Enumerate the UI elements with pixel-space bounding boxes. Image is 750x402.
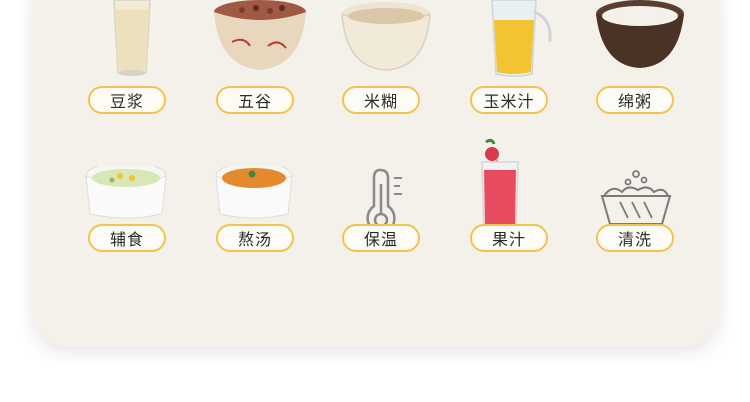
function-panel: 豆浆 五谷 米糊 玉米汁 绵粥 辅食 熬汤 保温 果汁 清洗 — [32, 0, 720, 346]
rice-paste-label: 米糊 — [363, 92, 398, 111]
corn-juice-label: 玉米汁 — [483, 92, 535, 111]
grains-label: 五谷 — [237, 92, 272, 111]
corn-juice-pitcher-icon — [466, 0, 562, 82]
keep-warm-label: 保温 — [363, 230, 398, 249]
soup-label: 熬汤 — [237, 230, 272, 249]
keep-warm-button[interactable]: 保温 — [342, 224, 420, 252]
wash-button[interactable]: 清洗 — [596, 224, 674, 252]
wash-label: 清洗 — [617, 230, 652, 249]
grain-porridge-bowl-icon — [212, 0, 308, 82]
congee-bowl-icon — [592, 0, 688, 82]
baby-food-button[interactable]: 辅食 — [88, 224, 166, 252]
rice-paste-bowl-icon — [338, 0, 434, 82]
rice-paste-button[interactable]: 米糊 — [342, 86, 420, 114]
soy-milk-button[interactable]: 豆浆 — [88, 86, 166, 114]
soy-milk-label: 豆浆 — [109, 92, 144, 111]
corn-juice-button[interactable]: 玉米汁 — [470, 86, 548, 114]
baby-food-label: 辅食 — [109, 230, 144, 249]
congee-button[interactable]: 绵粥 — [596, 86, 674, 114]
soy-milk-glass-icon — [84, 0, 180, 82]
congee-label: 绵粥 — [617, 92, 652, 111]
fruit-juice-button[interactable]: 果汁 — [470, 224, 548, 252]
soup-button[interactable]: 熬汤 — [216, 224, 294, 252]
fruit-juice-label: 果汁 — [491, 230, 526, 249]
grains-button[interactable]: 五谷 — [216, 86, 294, 114]
